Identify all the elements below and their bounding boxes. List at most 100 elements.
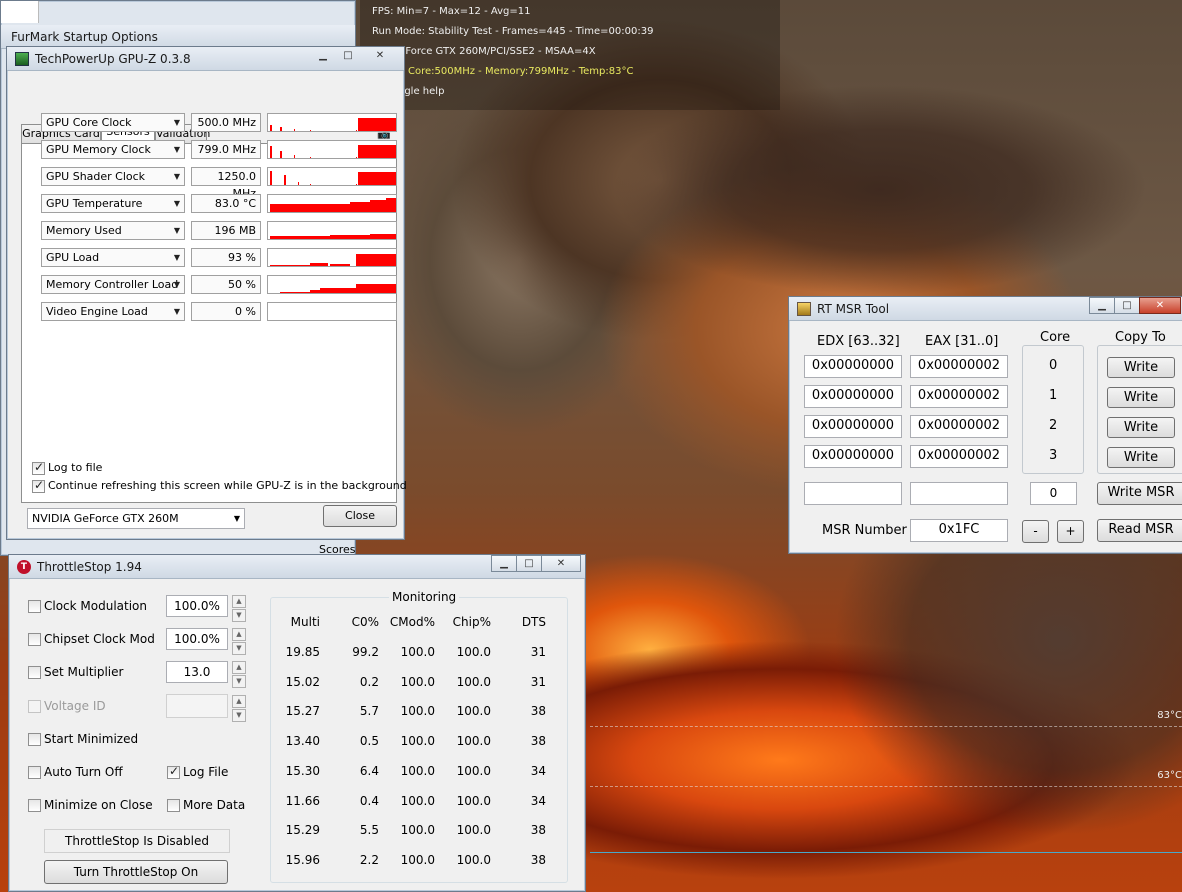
more-data-checkbox[interactable] — [167, 799, 180, 812]
edx-value-2[interactable]: 0x00000000 — [804, 415, 902, 438]
log-to-file-checkbox[interactable] — [32, 460, 45, 475]
write-button-1[interactable]: Write — [1107, 387, 1175, 408]
sensor-graph-3 — [267, 194, 397, 213]
minimize-on-close-label: Minimize on Close — [44, 798, 153, 812]
sensor-name-1[interactable]: GPU Memory Clock ▼ — [41, 140, 185, 159]
sensor-graph-segment — [310, 157, 311, 158]
core-input[interactable]: 0 — [1030, 482, 1077, 505]
sensor-graph-2 — [267, 167, 397, 186]
edx-input[interactable] — [804, 482, 902, 505]
sensor-name-6[interactable]: Memory Controller Load ▼ — [41, 275, 185, 294]
msr-decrement-button[interactable]: - — [1022, 520, 1049, 543]
continue-refresh-checkbox[interactable] — [32, 478, 45, 493]
maximize-icon[interactable]: □ — [516, 555, 542, 572]
monitoring-cell: 15.02 — [285, 674, 320, 689]
monitoring-cell: 11.66 — [285, 793, 320, 808]
log-file-checkbox[interactable] — [167, 764, 180, 779]
set-multiplier-value[interactable]: 13.0 — [166, 661, 228, 683]
sensor-value-5: 93 % — [191, 248, 261, 267]
msr-number-label: MSR Number — [822, 523, 907, 538]
write-button-2[interactable]: Write — [1107, 417, 1175, 438]
sensor-name-5[interactable]: GPU Load ▼ — [41, 248, 185, 267]
gpuz-titlebar[interactable]: TechPowerUp GPU-Z 0.3.8 ▁ □ ✕ — [7, 47, 404, 71]
eax-value-0[interactable]: 0x00000002 — [910, 355, 1008, 378]
sensor-name-3[interactable]: GPU Temperature ▼ — [41, 194, 185, 213]
monitoring-cell: 38 — [530, 852, 546, 867]
write-button-3[interactable]: Write — [1107, 447, 1175, 468]
voltage-id-value[interactable] — [166, 694, 228, 718]
eax-value-1[interactable]: 0x00000002 — [910, 385, 1008, 408]
temp-label-83: 83°C — [1157, 710, 1182, 721]
sensor-graph-segment — [386, 198, 396, 212]
monitoring-cell: 5.7 — [359, 704, 379, 719]
start-minimized-checkbox[interactable] — [28, 733, 41, 746]
chipset-clock-mod-spinner[interactable]: ▲ ▼ — [232, 628, 246, 655]
eax-value-2[interactable]: 0x00000002 — [910, 415, 1008, 438]
voltage-id-checkbox[interactable] — [28, 700, 41, 713]
set-multiplier-spinner[interactable]: ▲ ▼ — [232, 661, 246, 688]
sensor-value-6: 50 % — [191, 275, 261, 294]
set-multiplier-label: Set Multiplier — [44, 665, 124, 679]
eax-header: EAX [31..0] — [925, 334, 999, 349]
monitoring-cell: 100.0 — [400, 645, 435, 659]
sensor-name-7[interactable]: Video Engine Load ▼ — [41, 302, 185, 321]
set-multiplier-checkbox[interactable] — [28, 666, 41, 679]
gpuz-app-icon — [15, 52, 29, 66]
monitoring-cell: 100.0 — [400, 793, 435, 808]
monitoring-cell: 100.0 — [400, 852, 435, 867]
close-button[interactable]: Close — [323, 505, 397, 527]
maximize-icon[interactable]: □ — [1114, 297, 1140, 314]
edx-value-1[interactable]: 0x00000000 — [804, 385, 902, 408]
monitoring-cell: 15.30 — [285, 763, 320, 778]
chevron-down-icon: ▼ — [173, 118, 180, 127]
turn-on-button[interactable]: Turn ThrottleStop On — [44, 860, 228, 884]
monitoring-cell: 100.0 — [400, 734, 435, 749]
voltage-id-spinner[interactable]: ▲ ▼ — [232, 695, 246, 722]
desktop: FPS: Min=7 - Max=12 - Avg=11 Run Mode: S… — [0, 0, 1182, 892]
msr-titlebar[interactable]: RT MSR Tool ▁ □ ✕ — [789, 297, 1182, 321]
sensor-name-0[interactable]: GPU Core Clock ▼ — [41, 113, 185, 132]
minimize-icon[interactable]: ▁ — [1089, 297, 1115, 314]
gpu-select[interactable]: NVIDIA GeForce GTX 260M ▼ — [27, 508, 245, 529]
monitoring-cell: 31 — [530, 645, 546, 659]
core-number-2: 2 — [1049, 418, 1058, 433]
maximize-icon[interactable]: □ — [335, 47, 361, 64]
auto-turn-off-checkbox[interactable] — [28, 766, 41, 779]
eax-value-3[interactable]: 0x00000002 — [910, 445, 1008, 468]
close-icon[interactable]: ✕ — [1139, 297, 1181, 314]
read-msr-button[interactable]: Read MSR — [1097, 519, 1182, 542]
write-msr-button[interactable]: Write MSR — [1097, 482, 1182, 505]
sensor-name-4[interactable]: Memory Used ▼ — [41, 221, 185, 240]
monitoring-cell: 100.0 — [456, 704, 491, 719]
write-button-0[interactable]: Write — [1107, 357, 1175, 378]
close-icon[interactable]: ✕ — [541, 555, 581, 572]
msr-increment-button[interactable]: + — [1057, 520, 1084, 543]
sensor-graph-segment — [320, 288, 356, 293]
edx-value-3[interactable]: 0x00000000 — [804, 445, 902, 468]
gpu-select-value: NVIDIA GeForce GTX 260M — [32, 512, 179, 525]
sensor-name-2[interactable]: GPU Shader Clock ▼ — [41, 167, 185, 186]
chipset-clock-mod-value[interactable]: 100.0% — [166, 628, 228, 650]
eax-input[interactable] — [910, 482, 1008, 505]
msr-number-input[interactable]: 0x1FC — [910, 519, 1008, 542]
clock-modulation-value[interactable]: 100.0% — [166, 595, 228, 617]
chevron-down-icon: ▼ — [173, 253, 180, 262]
sensor-name-label: GPU Temperature — [46, 197, 143, 210]
monitoring-cell: 31 — [530, 674, 546, 689]
edx-value-0[interactable]: 0x00000000 — [804, 355, 902, 378]
sensor-graph-segment — [310, 184, 311, 185]
clock-modulation-checkbox[interactable] — [28, 600, 41, 613]
minimize-icon[interactable]: ▁ — [491, 555, 517, 572]
temp-graph-baseline — [590, 852, 1182, 853]
monitoring-cell: 38 — [530, 823, 546, 838]
chipset-clock-mod-checkbox[interactable] — [28, 633, 41, 646]
throttlestop-titlebar[interactable]: T ThrottleStop 1.94 ▁ □ ✕ — [9, 555, 585, 579]
clock-modulation-spinner[interactable]: ▲ ▼ — [232, 595, 246, 622]
sensor-graph-segment — [270, 125, 272, 131]
sensor-value-1: 799.0 MHz — [191, 140, 261, 159]
minimize-icon[interactable]: ▁ — [310, 47, 336, 64]
minimize-on-close-checkbox[interactable] — [28, 799, 41, 812]
close-icon[interactable]: ✕ — [360, 47, 400, 64]
sensor-graph-segment — [370, 234, 396, 239]
more-data-label: More Data — [183, 798, 246, 812]
